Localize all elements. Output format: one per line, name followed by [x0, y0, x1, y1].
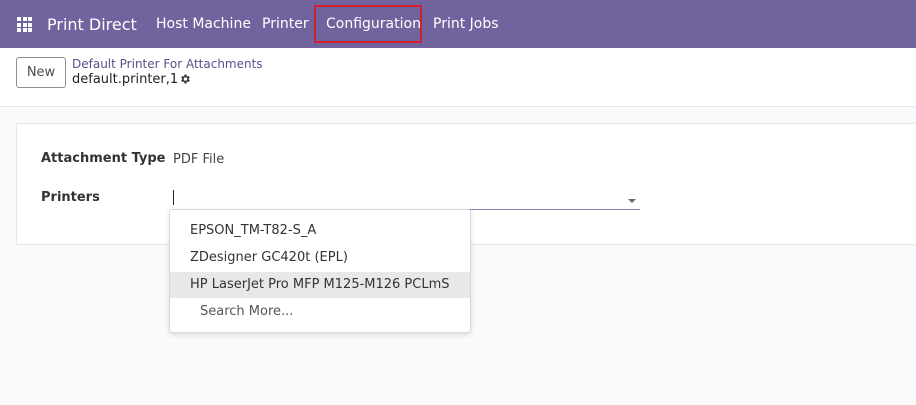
configuration-highlight-box — [314, 5, 422, 43]
gear-icon[interactable] — [179, 73, 191, 85]
search-more-link[interactable]: Search More... — [170, 299, 470, 325]
attachment-type-label: Attachment Type — [41, 151, 166, 166]
nav-item-print-jobs[interactable]: Print Jobs — [433, 16, 499, 32]
app-brand[interactable]: Print Direct — [47, 15, 137, 34]
new-button[interactable]: New — [16, 57, 66, 88]
breadcrumb-link[interactable]: Default Printer For Attachments — [72, 57, 263, 71]
record-name: default.printer,1 — [72, 72, 179, 87]
printers-input[interactable] — [173, 189, 640, 210]
printers-label: Printers — [41, 190, 100, 205]
apps-menu-icon[interactable] — [17, 17, 32, 32]
dropdown-option[interactable]: ZDesigner GC420t (EPL) — [170, 245, 470, 271]
top-navbar: Print Direct Host Machine Printer Config… — [0, 0, 916, 48]
caret-down-icon[interactable] — [628, 199, 636, 203]
text-caret — [173, 190, 174, 205]
printer-dropdown: EPSON_TM-T82-S_A ZDesigner GC420t (EPL) … — [169, 209, 471, 333]
nav-item-host-machine[interactable]: Host Machine — [156, 16, 251, 32]
attachment-type-value[interactable]: PDF File — [173, 152, 224, 167]
dropdown-option[interactable]: EPSON_TM-T82-S_A — [170, 218, 470, 244]
dropdown-option[interactable]: HP LaserJet Pro MFP M125-M126 PCLmS — [170, 272, 470, 298]
nav-item-printer[interactable]: Printer — [262, 16, 309, 32]
